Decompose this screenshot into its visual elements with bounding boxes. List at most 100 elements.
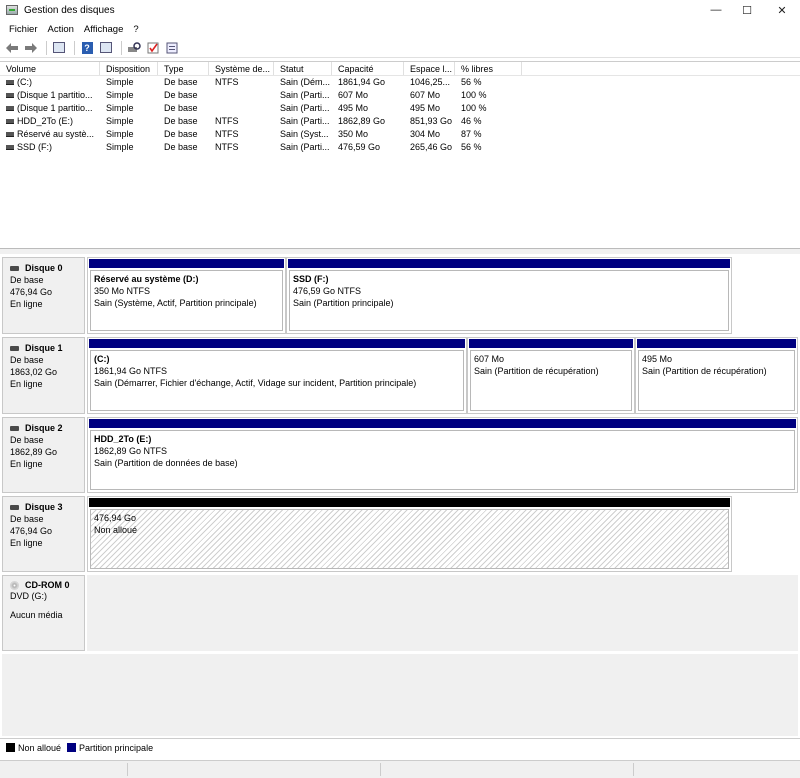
col-type[interactable]: Type [158,62,209,75]
disk-size: 1863,02 Go [10,367,58,377]
disk-0-partitions: Réservé au système (D:) 350 Mo NTFS Sain… [87,257,732,334]
partition-size: 1862,89 Go NTFS [94,446,168,456]
volume-list-header: Volume Disposition Type Système de... St… [0,62,800,76]
status-divider [380,763,381,776]
disk-0-label[interactable]: Disque 0 De base 476,94 Go En ligne [2,257,85,334]
disk-3-label[interactable]: Disque 3 De base 476,94 Go En ligne [2,496,85,572]
table-row[interactable]: (Disque 1 partitio... Simple De base Sai… [0,102,800,115]
cell-percent-free: 46 % [461,116,482,126]
cell-percent-free: 56 % [461,142,482,152]
cdrom-icon [10,581,19,590]
disk-size: 476,94 Go [10,526,53,536]
cell-volume: SSD (F:) [0,141,100,154]
cdrom-empty-area [87,575,798,651]
menu-fichier[interactable]: Fichier [4,24,43,35]
col-volume[interactable]: Volume [0,62,100,75]
col-capacity[interactable]: Capacité [332,62,404,75]
drive-icon [6,132,14,138]
properties-icon[interactable] [98,40,114,56]
col-disposition[interactable]: Disposition [100,62,158,75]
forward-icon[interactable] [23,40,39,56]
partition-reserved-d[interactable]: Réservé au système (D:) 350 Mo NTFS Sain… [87,257,286,334]
partition-body: 476,94 Go Non alloué [90,509,729,569]
partition-size: 350 Mo NTFS [94,286,151,296]
table-row[interactable]: Réservé au systè... Simple De base NTFS … [0,128,800,141]
cell-capacity: 495 Mo [338,103,369,113]
partition-body: 495 Mo Sain (Partition de récupération) [638,350,795,411]
drive-icon [6,106,14,112]
partition-status: Sain (Partition principale) [293,298,394,308]
cell-type: De base [164,77,198,87]
cell-status: Sain (Parti... [280,103,330,113]
menu-action[interactable]: Action [43,24,79,35]
partition-bar [287,258,731,269]
disk-2-partitions: HDD_2To (E:) 1862,89 Go NTFS Sain (Parti… [87,417,798,493]
cell-capacity: 1861,94 Go [338,77,386,87]
cdrom-row: CD-ROM 0 DVD (G:) Aucun média [2,575,800,651]
rescan-icon[interactable] [126,40,142,56]
cell-free-space: 495 Mo [410,103,441,113]
disk-1-partitions: (C:) 1861,94 Go NTFS Sain (Démarrer, Fic… [87,337,798,414]
table-row[interactable]: (C:) Simple De base NTFS Sain (Dém... 18… [0,76,800,89]
maximize-button[interactable]: ☐ [729,0,765,20]
disk-status: En ligne [10,379,43,389]
checklist-icon[interactable] [145,40,161,56]
cell-disposition: Simple [106,90,134,100]
cdrom-name: CD-ROM 0 [25,580,70,590]
col-status[interactable]: Statut [274,62,332,75]
partition-status: Sain (Partition de récupération) [474,366,599,376]
status-divider [127,763,128,776]
menu-affichage[interactable]: Affichage [79,24,128,35]
unallocated-space[interactable]: 476,94 Go Non alloué [87,496,732,572]
cell-free-space: 265,46 Go [410,142,453,152]
partition-c[interactable]: (C:) 1861,94 Go NTFS Sain (Démarrer, Fic… [87,337,467,414]
disk-name: Disque 2 [25,423,63,433]
help-icon[interactable]: ? [79,40,95,56]
unallocated-bar [88,497,731,508]
partition-recovery-2[interactable]: 495 Mo Sain (Partition de récupération) [635,337,798,414]
close-button[interactable]: ✕ [764,0,800,20]
legend: Non alloué Partition principale [0,738,800,756]
partition-body: HDD_2To (E:) 1862,89 Go NTFS Sain (Parti… [90,430,795,490]
partition-ssd-f[interactable]: SSD (F:) 476,59 Go NTFS Sain (Partition … [286,257,732,334]
partition-status: Non alloué [94,525,138,535]
partition-hdd-e[interactable]: HDD_2To (E:) 1862,89 Go NTFS Sain (Parti… [87,417,798,493]
toolbar-separator [121,40,122,55]
cell-type: De base [164,116,198,126]
cell-filesystem: NTFS [215,116,239,126]
title-bar: Gestion des disques — ☐ ✕ [0,0,800,20]
partition-size: 607 Mo [474,354,505,364]
cell-disposition: Simple [106,116,134,126]
cell-percent-free: 87 % [461,129,482,139]
col-free-space[interactable]: Espace l... [404,62,455,75]
disk-1-label[interactable]: Disque 1 De base 1863,02 Go En ligne [2,337,85,414]
col-percent-free[interactable]: % libres [455,62,522,75]
table-row[interactable]: SSD (F:) Simple De base NTFS Sain (Parti… [0,141,800,154]
partition-recovery-1[interactable]: 607 Mo Sain (Partition de récupération) [467,337,635,414]
toolbar-separator [46,40,47,55]
show-hide-console-tree-icon[interactable] [51,40,67,56]
col-filesystem[interactable]: Système de... [209,62,274,75]
disk-type: De base [10,514,44,524]
menu-help[interactable]: ? [128,24,143,35]
disk-2-label[interactable]: Disque 2 De base 1862,89 Go En ligne [2,417,85,493]
partition-bar [468,338,634,349]
back-icon[interactable] [4,40,20,56]
cdrom-label[interactable]: CD-ROM 0 DVD (G:) Aucun média [2,575,85,651]
cell-type: De base [164,90,198,100]
table-row[interactable]: (Disque 1 partitio... Simple De base Sai… [0,89,800,102]
cell-disposition: Simple [106,103,134,113]
cell-disposition: Simple [106,77,134,87]
cell-disposition: Simple [106,142,134,152]
disk-icon [10,425,19,431]
partition-bar [88,338,466,349]
cell-filesystem [209,89,274,102]
partition-name: (C:) [94,354,110,364]
cell-percent-free: 56 % [461,77,482,87]
partition-bar [88,418,797,429]
table-row[interactable]: HDD_2To (E:) Simple De base NTFS Sain (P… [0,115,800,128]
cell-capacity: 476,59 Go [338,142,381,152]
toolbar-separator [74,40,75,55]
settings-list-icon[interactable] [164,40,180,56]
partition-size: 476,59 Go NTFS [293,286,362,296]
